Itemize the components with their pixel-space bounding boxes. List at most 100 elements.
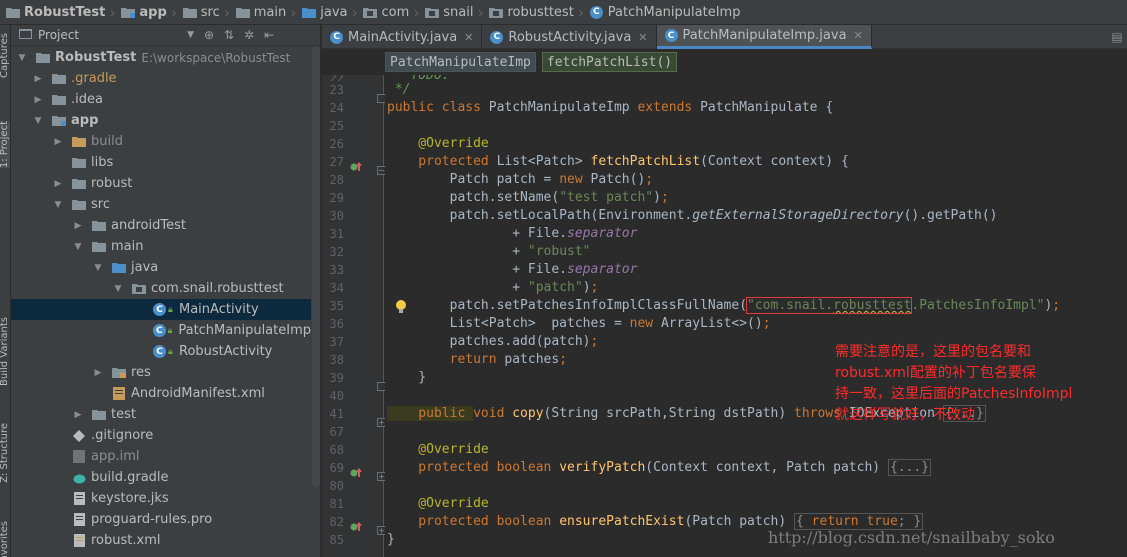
breadcrumb-app[interactable]: app: [117, 0, 170, 25]
breadcrumb-snail[interactable]: snail: [421, 0, 477, 25]
chevron-down-icon[interactable]: ▼: [187, 30, 194, 40]
project-tool-tab[interactable]: 1: Project: [0, 121, 10, 169]
favorites-tool-tab[interactable]: Favorites: [0, 521, 10, 557]
tree-item-robust[interactable]: ▶ robust: [11, 173, 311, 194]
lock-icon: 🔒︎: [168, 346, 173, 357]
tree-item-robusttest[interactable]: ▼ RobustTest E:\workspace\RobustTest: [11, 47, 311, 68]
tree-item-app[interactable]: ▼ app: [11, 110, 311, 131]
gear-icon[interactable]: ✲: [244, 28, 254, 42]
breadcrumb-robusttest[interactable]: robusttest: [485, 0, 577, 25]
lightbulb-icon[interactable]: [395, 300, 407, 314]
line-numbers: 22 23 24 25 26 27 28 29 30 31 32 33 34 3…: [322, 75, 344, 549]
tree-item-idea[interactable]: ▶ .idea: [11, 89, 311, 110]
project-scrollbar[interactable]: [312, 47, 320, 487]
tabs-menu-icon[interactable]: ▤: [1107, 25, 1127, 48]
tree-item-androidtest[interactable]: ▶ androidTest: [11, 215, 311, 236]
override-marker-icon[interactable]: [350, 521, 362, 535]
tree-item-gradle[interactable]: ▶ .gradle: [11, 68, 311, 89]
breadcrumb-robusttest[interactable]: RobustTest: [2, 0, 109, 25]
tree-item-build[interactable]: ▶ build: [11, 131, 311, 152]
close-icon[interactable]: ✕: [854, 29, 863, 42]
expand-arrow-icon[interactable]: ▶: [73, 410, 83, 420]
expand-arrow-icon[interactable]: ▶: [93, 368, 103, 378]
breadcrumb-main[interactable]: main: [232, 0, 290, 25]
editor-gutter[interactable]: 22 23 24 25 26 27 28 29 30 31 32 33 34 3…: [322, 75, 386, 557]
tab-mainactivity[interactable]: C MainActivity.java ✕: [322, 25, 483, 49]
line-number: 33: [329, 263, 344, 277]
code-line-81: @Override: [387, 496, 489, 511]
expand-arrow-icon[interactable]: ▶: [53, 179, 63, 189]
tree-item-build-gradle[interactable]: build.gradle: [11, 467, 311, 488]
structure-tool-tab[interactable]: Z: Structure: [0, 423, 10, 483]
line-number: 40: [329, 389, 344, 403]
breadcrumb-separator: ›: [351, 2, 358, 22]
code-line-29: patch.setName("test patch");: [387, 190, 669, 205]
breadcrumb-separator: ›: [477, 2, 484, 22]
package-icon: [489, 7, 504, 18]
expand-arrow-icon[interactable]: ▶: [33, 74, 43, 84]
line-number: 32: [329, 245, 344, 259]
close-icon[interactable]: ✕: [638, 31, 647, 44]
expand-arrow-icon[interactable]: ▶: [53, 137, 63, 147]
override-marker-icon[interactable]: [350, 467, 362, 481]
breadcrumb-separator: ›: [170, 2, 178, 22]
breadcrumb-class[interactable]: C PatchManipulateImp: [586, 0, 745, 25]
tree-item-keystore[interactable]: keystore.jks: [11, 488, 311, 509]
breadcrumb-src[interactable]: src: [179, 0, 224, 25]
expand-arrow-icon[interactable]: ▶: [73, 221, 83, 231]
tree-item-res[interactable]: ▶ res: [11, 362, 311, 383]
tree-item-proguard[interactable]: proguard-rules.pro: [11, 509, 311, 530]
tree-item-package[interactable]: ▼ com.snail.robusttest: [11, 278, 311, 299]
tree-item-test[interactable]: ▶ test: [11, 404, 311, 425]
code-line-24: public class PatchManipulateImp extends …: [387, 100, 834, 115]
tree-item-main[interactable]: ▼ main: [11, 236, 311, 257]
editor-tabs: C MainActivity.java ✕ C RobustActivity.j…: [322, 25, 1127, 49]
override-marker-icon[interactable]: [350, 161, 362, 175]
tree-item-gitignore[interactable]: .gitignore: [11, 425, 311, 446]
captures-tool-tab[interactable]: Captures: [0, 33, 10, 78]
close-icon[interactable]: ✕: [464, 31, 473, 44]
tree-item-patchmanipulateimp[interactable]: C 🔒︎ PatchManipulateImp: [11, 320, 311, 341]
expand-arrow-icon[interactable]: ▼: [93, 263, 103, 273]
line-number: 81: [329, 497, 344, 511]
tree-item-src[interactable]: ▼ src: [11, 194, 311, 215]
expand-arrow-icon[interactable]: ▼: [17, 53, 27, 63]
lock-icon: 🔒︎: [168, 304, 173, 315]
gitignore-file-icon: [71, 429, 87, 443]
collapse-icon[interactable]: ⇅: [224, 28, 234, 42]
tab-patchmanipulateimp[interactable]: C PatchManipulateImp.java ✕: [656, 25, 872, 49]
code-line-36: List<Patch> patches = new ArrayList<>();: [387, 316, 771, 331]
tree-item-java[interactable]: ▼ java: [11, 257, 311, 278]
line-number: 27: [329, 155, 344, 169]
breadcrumb-com[interactable]: com: [359, 0, 413, 25]
line-number: 35: [329, 299, 344, 313]
hide-icon[interactable]: ⇤: [264, 28, 274, 42]
tree-item-app-iml[interactable]: app.iml: [11, 446, 311, 467]
line-number: 26: [329, 137, 344, 151]
breadcrumb-java[interactable]: java: [298, 0, 351, 25]
code-line-35: patch.setPatchesInfoImplClassFullName("c…: [387, 297, 1061, 314]
code-editor[interactable]: * TODO: */ public class PatchManipulateI…: [385, 75, 1127, 557]
code-breadcrumb-class[interactable]: PatchManipulateImp: [385, 52, 536, 72]
class-icon: C: [490, 30, 504, 44]
code-line-23: */: [387, 82, 411, 97]
sync-icon[interactable]: ⊕: [204, 28, 214, 42]
expand-arrow-icon[interactable]: ▼: [113, 284, 123, 294]
tree-item-mainactivity[interactable]: C 🔒︎ MainActivity: [11, 299, 311, 320]
code-breadcrumb-method[interactable]: fetchPatchList(): [541, 52, 678, 72]
file-icon: [71, 513, 87, 527]
build-variants-tool-tab[interactable]: Build Variants: [0, 317, 10, 386]
tree-item-robustactivity[interactable]: C 🔒︎ RobustActivity: [11, 341, 311, 362]
project-view-selector[interactable]: Project: [38, 28, 79, 42]
expand-arrow-icon[interactable]: ▼: [73, 242, 83, 252]
tree-item-robust-xml[interactable]: robust.xml: [11, 530, 311, 551]
tree-item-libs[interactable]: libs: [11, 152, 311, 173]
tree-item-manifest[interactable]: AndroidManifest.xml: [11, 383, 311, 404]
code-line-28: Patch patch = new Patch();: [387, 172, 654, 187]
expand-arrow-icon[interactable]: ▶: [33, 95, 43, 105]
folded-code-block[interactable]: {...}: [887, 459, 932, 476]
tab-robustactivity[interactable]: C RobustActivity.java ✕: [482, 25, 657, 49]
folder-icon: [91, 240, 107, 254]
expand-arrow-icon[interactable]: ▼: [53, 200, 63, 210]
expand-arrow-icon[interactable]: ▼: [33, 116, 43, 126]
